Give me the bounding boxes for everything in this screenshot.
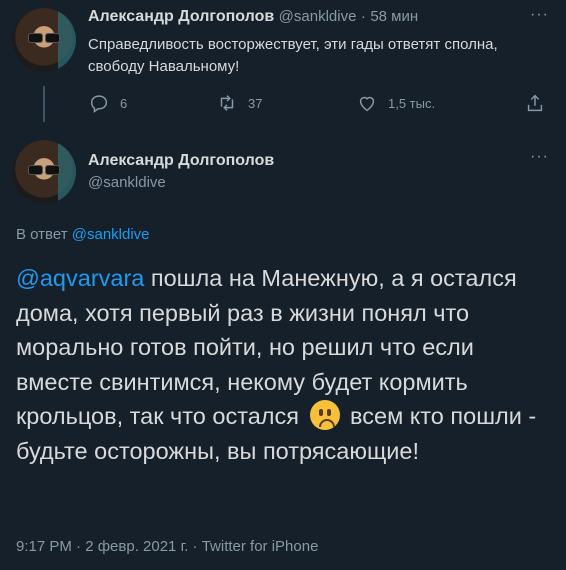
retweet-button[interactable]: 37 [216,92,262,114]
frowning-emoji-icon [309,400,340,430]
more-icon[interactable]: ··· [530,6,549,24]
reply-icon [90,95,108,113]
separator: · [360,8,366,25]
share-button[interactable] [524,92,546,114]
reply-count: 6 [120,95,128,111]
tweet-text: Справедливость восторжествует, эти гады … [88,36,498,75]
handle[interactable]: @sankldive [279,8,357,25]
like-button[interactable]: 1,5 тыс. [356,92,435,114]
like-count: 1,5 тыс. [388,95,436,111]
like-icon [359,96,375,112]
more-icon[interactable]: ··· [530,148,549,166]
thread-line [43,86,45,122]
avatar[interactable] [12,8,76,72]
retweet-count: 37 [248,95,263,111]
retweet-icon [220,95,234,111]
tweet-meta[interactable]: 9:17 PM · 2 февр. 2021 г. · Twitter for … [16,538,318,555]
action-bar: 6 37 1,5 тыс. [88,92,558,116]
tweet-header: Александр Долгополов @sankldive · 58 мин [88,8,418,26]
handle[interactable]: @sankldive [88,174,166,191]
reply-context: В ответ @sankldive [16,226,150,243]
display-name[interactable]: Александр Долгополов [88,8,274,25]
timestamp[interactable]: 58 мин [370,8,418,25]
reply-button[interactable]: 6 [88,92,127,114]
reply-prefix: В ответ [16,226,68,243]
display-name[interactable]: Александр Долгополов [88,152,274,170]
mention-link[interactable]: @aqvarvara [16,265,144,291]
tweet-text: @aqvarvara пошла на Манежную, а я осталс… [16,261,556,468]
reply-to-link[interactable]: @sankldive [72,226,150,243]
share-icon [527,94,543,112]
avatar[interactable] [12,140,76,204]
